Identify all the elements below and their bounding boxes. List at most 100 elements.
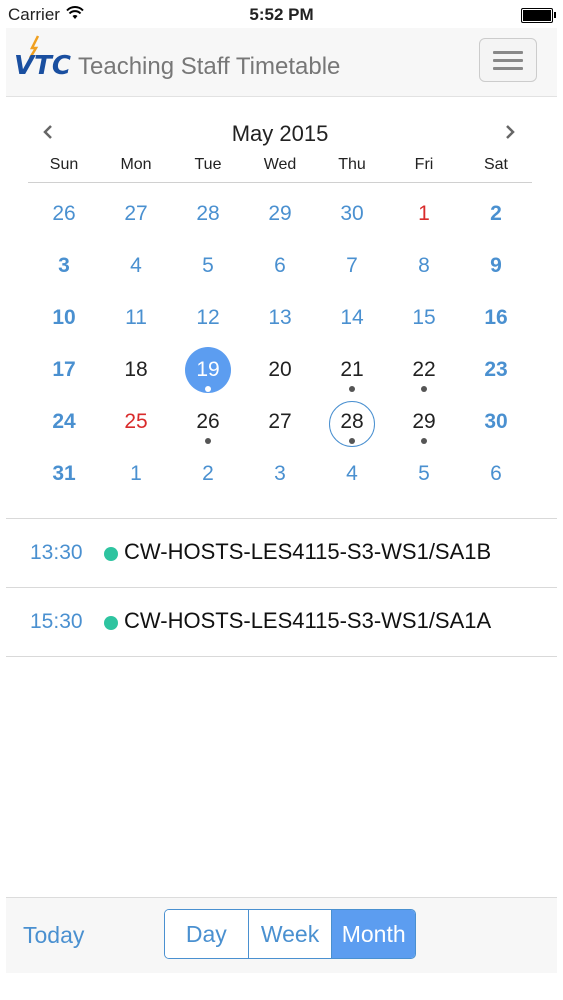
calendar-day[interactable]: 5: [388, 448, 460, 500]
view-month-button[interactable]: Month: [331, 910, 415, 958]
menu-bar-icon: [493, 67, 523, 70]
calendar-day[interactable]: 13: [244, 292, 316, 344]
calendar-day[interactable]: 21: [316, 344, 388, 396]
day-number: 5: [418, 462, 430, 485]
event-dot-icon: [104, 616, 118, 630]
day-number: 26: [196, 410, 220, 433]
event-time: 13:30: [30, 541, 83, 564]
day-number: 28: [196, 202, 220, 225]
event-item[interactable]: 13:30 CW-HOSTS-LES4115-S3-WS1/SA1B: [6, 518, 557, 587]
day-number: 2: [490, 202, 502, 225]
calendar-day[interactable]: 22: [388, 344, 460, 396]
calendar-day[interactable]: 9: [460, 240, 532, 292]
day-number: 29: [268, 202, 292, 225]
calendar-day[interactable]: 4: [100, 240, 172, 292]
clock: 5:52 PM: [249, 5, 314, 24]
day-number: 19: [196, 358, 220, 381]
calendar-day[interactable]: 15: [388, 292, 460, 344]
today-button[interactable]: Today: [23, 922, 84, 949]
event-indicator-icon: [205, 438, 211, 444]
calendar-week-row: 24 25 26 27 28 29 30: [28, 396, 532, 448]
event-dot-icon: [104, 547, 118, 561]
calendar-day[interactable]: 30: [460, 396, 532, 448]
calendar-day[interactable]: 1: [388, 188, 460, 240]
calendar-day[interactable]: 26: [172, 396, 244, 448]
weekday-label: Mon: [120, 156, 152, 173]
calendar-day[interactable]: 6: [244, 240, 316, 292]
calendar-day[interactable]: 5: [172, 240, 244, 292]
calendar-day[interactable]: 1: [100, 448, 172, 500]
view-week-button[interactable]: Week: [247, 910, 332, 958]
calendar-day[interactable]: 20: [244, 344, 316, 396]
calendar-week-row: 26 27 28 29 30 1 2: [28, 188, 532, 240]
calendar-day[interactable]: 10: [28, 292, 100, 344]
calendar-day[interactable]: 17: [28, 344, 100, 396]
calendar-day[interactable]: 7: [316, 240, 388, 292]
day-number: 7: [346, 254, 358, 277]
calendar-day[interactable]: 27: [244, 396, 316, 448]
event-name: CW-HOSTS-LES4115-S3-WS1/SA1A: [124, 608, 492, 633]
calendar-day[interactable]: 4: [316, 448, 388, 500]
calendar-day[interactable]: 2: [172, 448, 244, 500]
calendar-day[interactable]: 28: [172, 188, 244, 240]
calendar-day[interactable]: 8: [388, 240, 460, 292]
calendar-day[interactable]: 25: [100, 396, 172, 448]
calendar-day[interactable]: 3: [28, 240, 100, 292]
calendar-header: May 2015: [28, 116, 532, 150]
app-title: Teaching Staff Timetable: [78, 53, 341, 80]
weekday-label: Sat: [483, 156, 508, 173]
event-indicator-icon: [421, 386, 427, 392]
calendar-day[interactable]: 6: [460, 448, 532, 500]
calendar-day-today[interactable]: 28: [316, 396, 388, 448]
calendar-day[interactable]: 2: [460, 188, 532, 240]
day-number: 27: [268, 410, 292, 433]
day-number: 12: [196, 306, 220, 329]
weekday-label: Thu: [338, 156, 366, 173]
calendar-day[interactable]: 16: [460, 292, 532, 344]
calendar-week-row: 17 18 19 20 21 22 23: [28, 344, 532, 396]
calendar-day[interactable]: 27: [100, 188, 172, 240]
svg-text:VTC: VTC: [14, 51, 71, 78]
calendar-day[interactable]: 29: [388, 396, 460, 448]
bottom-toolbar: Today Day Week Month: [6, 897, 557, 973]
calendar-day[interactable]: 11: [100, 292, 172, 344]
day-number: 1: [418, 202, 430, 225]
calendar-day[interactable]: 29: [244, 188, 316, 240]
event-indicator-icon: [349, 386, 355, 392]
calendar-day[interactable]: 12: [172, 292, 244, 344]
event-name: CW-HOSTS-LES4115-S3-WS1/SA1B: [124, 539, 492, 564]
status-bar: Carrier 5:52 PM: [0, 0, 563, 28]
calendar-day[interactable]: 14: [316, 292, 388, 344]
next-month-button[interactable]: [498, 118, 522, 146]
calendar-day[interactable]: 24: [28, 396, 100, 448]
calendar-week-row: 10 11 12 13 14 15 16: [28, 292, 532, 344]
day-number: 8: [418, 254, 430, 277]
calendar-week-row: 31 1 2 3 4 5 6: [28, 448, 532, 500]
day-number: 3: [58, 254, 70, 277]
day-number: 20: [268, 358, 292, 381]
chevron-right-icon: [506, 125, 515, 139]
menu-bar-icon: [493, 59, 523, 62]
calendar-day[interactable]: 31: [28, 448, 100, 500]
day-number: 31: [52, 462, 76, 485]
calendar-day[interactable]: 30: [316, 188, 388, 240]
day-number: 9: [490, 254, 502, 277]
event-indicator-icon: [421, 438, 427, 444]
hamburger-menu-button[interactable]: [479, 38, 537, 82]
day-number: 14: [340, 306, 364, 329]
event-item[interactable]: 15:30 CW-HOSTS-LES4115-S3-WS1/SA1A: [6, 587, 557, 657]
menu-bar-icon: [493, 51, 523, 54]
weekday-label: Tue: [194, 156, 222, 173]
event-indicator-icon: [349, 438, 355, 444]
calendar-week-row: 3 4 5 6 7 8 9: [28, 240, 532, 292]
day-number: 23: [484, 358, 508, 381]
calendar-day[interactable]: 26: [28, 188, 100, 240]
view-segmented-control: Day Week Month: [164, 909, 416, 959]
calendar-day[interactable]: 3: [244, 448, 316, 500]
calendar-day-selected[interactable]: 19: [172, 344, 244, 396]
day-number: 1: [130, 462, 142, 485]
calendar-day[interactable]: 23: [460, 344, 532, 396]
view-day-button[interactable]: Day: [165, 910, 248, 958]
day-number: 30: [340, 202, 364, 225]
calendar-day[interactable]: 18: [100, 344, 172, 396]
